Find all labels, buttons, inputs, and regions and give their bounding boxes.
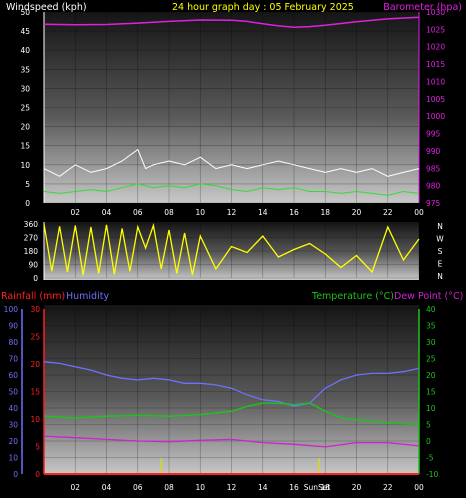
wind-y-tick-label: 20 <box>20 123 30 132</box>
wind-x-tick-label: 22 <box>383 208 393 217</box>
dew-point-label: Dew Point (°C) <box>394 291 463 302</box>
humidity-label: Humidity <box>66 291 109 302</box>
baro-y-tick-label: 980 <box>426 182 441 191</box>
wind-y-tick-label: 5 <box>25 180 30 189</box>
wind-x-tick-label: 10 <box>195 208 205 217</box>
barometer-label: Barometer (hpa) <box>383 2 462 13</box>
baro-y-tick-label: 1000 <box>426 112 445 121</box>
compass-label: N <box>437 222 443 231</box>
wind-x-tick-label: 02 <box>70 208 80 217</box>
th-x-tick-label: 20 <box>352 483 362 492</box>
rain-y-tick-label: 30 <box>30 305 40 314</box>
rain-y-tick-label: 25 <box>30 333 40 342</box>
compass-label: E <box>438 260 443 269</box>
temp-y-tick-label: 25 <box>426 355 436 364</box>
humidity-y-tick-label: 20 <box>8 437 18 446</box>
th-x-tick-label: 02 <box>70 483 80 492</box>
wind-x-tick-label: 14 <box>258 208 268 217</box>
th-x-tick-label: 16 <box>289 483 299 492</box>
temp-y-tick-label: 30 <box>426 338 436 347</box>
th-x-tick-label: 14 <box>258 483 268 492</box>
baro-y-tick-label: 990 <box>426 147 441 156</box>
wind-x-tick-label: 08 <box>164 208 174 217</box>
baro-y-tick-label: 995 <box>426 130 441 139</box>
baro-y-tick-label: 1010 <box>426 77 445 86</box>
temp-y-tick-label: 5 <box>426 421 431 430</box>
wind-y-tick-label: 0 <box>25 199 30 208</box>
weather-graphs: 02 04 06 08 10 12 14 16 18 20 22 00 051015202530354… <box>1 2 463 492</box>
humidity-y-tick-label: 30 <box>8 421 18 430</box>
th-x-tick-label: 04 <box>102 483 112 492</box>
dir-y-tick-label: 360 <box>24 220 39 229</box>
wind-x-tick-label: 00 <box>414 208 424 217</box>
rain-y-tick-label: 20 <box>30 360 40 369</box>
humidity-y-tick-label: 70 <box>8 355 18 364</box>
th-x-tick-label: 00 <box>414 483 424 492</box>
wind-y-tick-label: 45 <box>20 27 30 36</box>
th-x-tick-label: 08 <box>164 483 174 492</box>
temp-hum-panel: 02 04 06 08 10 12 14 16 18 20 22 00 010203040506070… <box>4 305 438 492</box>
humidity-y-tick-label: 100 <box>4 305 19 314</box>
baro-y-tick-label: 975 <box>426 199 441 208</box>
temperature-label: Temperature (°C) <box>311 291 394 302</box>
wind-y-tick-label: 40 <box>20 46 30 55</box>
humidity-y-tick-label: 80 <box>8 338 18 347</box>
rain-y-tick-label: 10 <box>30 415 40 424</box>
humidity-y-tick-label: 60 <box>8 371 18 380</box>
temp-y-tick-label: 0 <box>426 437 431 446</box>
humidity-y-tick-label: 50 <box>8 388 18 397</box>
wind-y-tick-label: 30 <box>20 84 30 93</box>
temp-y-tick-label: 15 <box>426 388 436 397</box>
temp-y-tick-label: 20 <box>426 371 436 380</box>
windspeed-label: Windspeed (kph) <box>6 2 87 13</box>
wind-x-tick-label: 06 <box>133 208 143 217</box>
th-x-tick-label: 12 <box>227 483 237 492</box>
wind-y-tick-label: 35 <box>20 65 30 74</box>
humidity-y-tick-label: 0 <box>13 470 18 479</box>
baro-y-tick-label: 1020 <box>426 43 445 52</box>
wind-x-tick-label: 18 <box>320 208 330 217</box>
wind-y-tick-label: 25 <box>20 104 30 113</box>
th-x-tick-label: 06 <box>133 483 143 492</box>
chart-title: 24 hour graph day : 05 February 2025 <box>172 2 354 13</box>
compass-label: W <box>436 235 444 244</box>
rain-y-tick-label: 0 <box>35 470 40 479</box>
dir-y-tick-label: 90 <box>28 261 38 270</box>
compass-label: S <box>438 247 443 256</box>
temp-y-tick-label: 10 <box>426 404 436 413</box>
humidity-y-tick-label: 10 <box>8 454 18 463</box>
wind-baro-panel: 02 04 06 08 10 12 14 16 18 20 22 00 051015202530354… <box>20 8 445 217</box>
rain-y-tick-label: 5 <box>35 443 40 452</box>
dir-y-tick-label: 0 <box>33 274 38 283</box>
temp-y-tick-label: -5 <box>426 454 434 463</box>
rainfall-label: Rainfall (mm) <box>1 291 65 302</box>
compass-label: N <box>437 272 443 281</box>
dir-y-tick-label: 180 <box>24 247 39 256</box>
humidity-y-tick-label: 40 <box>8 404 18 413</box>
temp-y-tick-label: 35 <box>426 322 436 331</box>
baro-y-tick-label: 1015 <box>426 60 445 69</box>
wind-y-tick-label: 15 <box>20 142 30 151</box>
sun-label: Sun <box>304 483 319 492</box>
rain-y-tick-label: 15 <box>30 388 40 397</box>
baro-y-tick-label: 985 <box>426 164 441 173</box>
wind-x-tick-label: 04 <box>102 208 112 217</box>
set-label: Set <box>318 483 330 492</box>
wind-x-tick-label: 12 <box>227 208 237 217</box>
th-x-tick-label: 10 <box>195 483 205 492</box>
wind-x-tick-label: 20 <box>352 208 362 217</box>
wind-direction-panel: 360270180900NWSEN <box>24 220 445 283</box>
wind-y-tick-label: 10 <box>20 161 30 170</box>
humidity-y-tick-label: 90 <box>8 322 18 331</box>
temp-y-tick-label: -10 <box>426 470 438 479</box>
baro-y-tick-label: 1025 <box>426 25 445 34</box>
wind-x-tick-label: 16 <box>289 208 299 217</box>
th-x-tick-label: 22 <box>383 483 393 492</box>
dir-y-tick-label: 270 <box>24 234 39 243</box>
baro-y-tick-label: 1005 <box>426 95 445 104</box>
temp-y-tick-label: 40 <box>426 305 436 314</box>
